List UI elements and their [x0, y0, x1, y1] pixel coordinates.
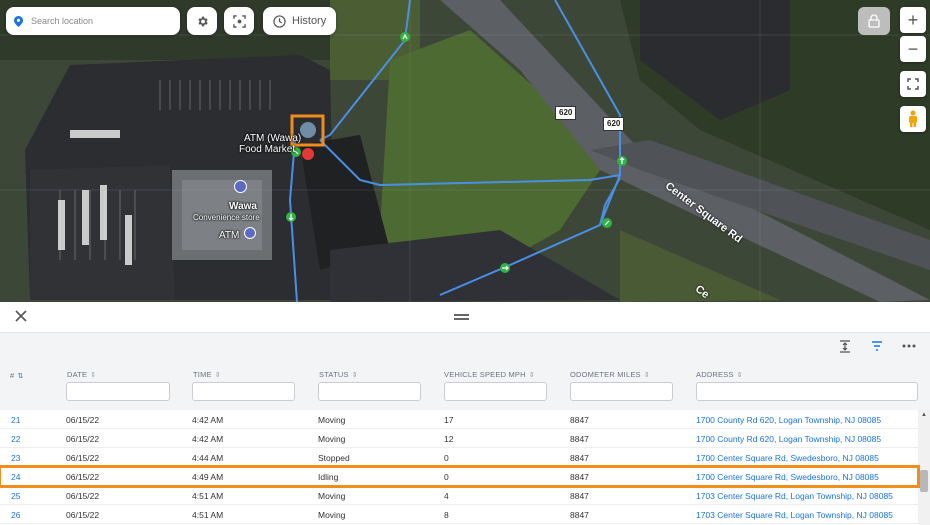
expand-vertical-icon: [840, 339, 850, 353]
map-label-convenience: Convenience store: [193, 213, 260, 222]
focus-button[interactable]: [224, 7, 254, 35]
sort-icon: ⇕: [90, 371, 97, 379]
settings-button[interactable]: [187, 7, 217, 35]
atm-pin-icon: [244, 227, 256, 239]
store-pin-icon: [234, 180, 247, 193]
route-shield-620: 620: [555, 106, 577, 120]
table-row[interactable]: 21 06/15/22 4:42 AM Moving 17 8847 1700 …: [0, 410, 918, 429]
panel-header: [0, 302, 930, 332]
trip-detail-panel: # ⇅ DATE ⇕ TIME ⇕ STATUS ⇕ VEHICLE SPEED MPH…: [0, 302, 930, 525]
column-header-time[interactable]: TIME ⇕: [193, 370, 221, 379]
column-header-odometer[interactable]: ODOMETER MILES ⇕: [570, 370, 650, 379]
direction-arrow-icon: [286, 212, 296, 222]
map-lock-button[interactable]: [858, 7, 890, 35]
sort-icon: ⇅: [17, 372, 24, 380]
column-header-num[interactable]: # ⇅: [10, 371, 23, 380]
sort-icon: ⇕: [643, 371, 650, 379]
scrollbar-thumb[interactable]: [920, 470, 928, 492]
history-grid: # ⇅ DATE ⇕ TIME ⇕ STATUS ⇕ VEHICLE SPEED MPH…: [0, 332, 930, 525]
map-view[interactable]: ATM (Wawa) Food Market Wawa Convenience …: [0, 0, 930, 302]
time-filter-input[interactable]: [192, 382, 295, 401]
fullscreen-icon: [907, 78, 919, 90]
column-header-address[interactable]: ADDRESS ⇕: [696, 370, 743, 379]
map-label-wawa: Wawa: [229, 201, 257, 212]
history-button[interactable]: History: [263, 7, 337, 35]
grid-scroll-gutter: [918, 363, 930, 410]
close-panel-button[interactable]: [13, 308, 29, 324]
pegman-icon: [909, 110, 917, 127]
direction-arrow-icon: [602, 218, 612, 228]
speed-filter-input[interactable]: [444, 382, 547, 401]
map-label-atm-wawa: ATM (Wawa): [244, 133, 302, 144]
status-filter-input[interactable]: [318, 382, 421, 401]
route-markers: [286, 32, 627, 273]
scroll-up-icon[interactable]: ▲: [921, 412, 927, 418]
table-row-selected[interactable]: 24 06/15/22 4:49 AM Idling 0 8847 1700 C…: [0, 465, 920, 488]
drag-handle-icon[interactable]: [454, 314, 469, 320]
table-row[interactable]: 22 06/15/22 4:42 AM Moving 12 8847 1700 …: [0, 429, 918, 448]
table-row[interactable]: 26 06/15/22 4:51 AM Moving 8 8847 1703 C…: [0, 505, 918, 524]
search-location-input[interactable]: [31, 16, 171, 26]
sort-icon: ⇕: [214, 371, 221, 379]
sort-icon: ⇕: [736, 371, 743, 379]
more-dots-icon: [902, 344, 916, 348]
grid-header: # ⇅ DATE ⇕ TIME ⇕ STATUS ⇕ VEHICLE SPEED MPH…: [0, 368, 918, 410]
close-icon: [15, 310, 27, 322]
history-label: History: [292, 15, 327, 27]
address-filter-input[interactable]: [696, 382, 918, 401]
location-pin-icon: [14, 16, 24, 27]
zoom-out-button[interactable]: −: [900, 36, 926, 62]
route-shield-620-b: 620: [603, 117, 625, 131]
focus-frame-icon: [232, 14, 246, 28]
grid-scrollbar[interactable]: ▲: [918, 410, 930, 525]
column-header-date[interactable]: DATE ⇕: [67, 370, 96, 379]
map-label-atm: ATM: [219, 230, 240, 241]
fullscreen-button[interactable]: [900, 71, 926, 97]
expand-rows-button[interactable]: [838, 339, 852, 353]
grid-body: 21 06/15/22 4:42 AM Moving 17 8847 1700 …: [0, 410, 920, 525]
street-view-button[interactable]: [900, 106, 926, 132]
grid-toolbar: [838, 339, 916, 353]
date-filter-input[interactable]: [66, 382, 170, 401]
filter-button[interactable]: [870, 339, 884, 353]
stop-marker-icon: [302, 148, 314, 160]
direction-arrow-icon: [400, 32, 410, 42]
zoom-in-button[interactable]: +: [900, 7, 926, 33]
column-header-status[interactable]: STATUS ⇕: [319, 370, 358, 379]
direction-arrow-icon: [617, 156, 627, 166]
map-label-food-market: Food Market: [239, 144, 296, 155]
odometer-filter-input[interactable]: [570, 382, 673, 401]
gear-icon: [197, 16, 208, 26]
idle-marker-icon: [300, 122, 316, 138]
column-header-speed[interactable]: VEHICLE SPEED MPH ⇕: [444, 370, 535, 379]
direction-arrow-icon: [500, 263, 510, 273]
app-root: ATM (Wawa) Food Market Wawa Convenience …: [0, 0, 930, 525]
filter-icon: [872, 341, 882, 351]
lock-icon: [868, 14, 880, 28]
sort-icon: ⇕: [528, 371, 535, 379]
sort-icon: ⇕: [351, 371, 358, 379]
more-options-button[interactable]: [902, 339, 916, 353]
clock-icon: [273, 14, 286, 28]
table-row[interactable]: 25 06/15/22 4:51 AM Moving 4 8847 1703 C…: [0, 486, 918, 505]
search-location-box[interactable]: [6, 7, 180, 35]
table-row[interactable]: 23 06/15/22 4:44 AM Stopped 0 8847 1700 …: [0, 448, 918, 467]
